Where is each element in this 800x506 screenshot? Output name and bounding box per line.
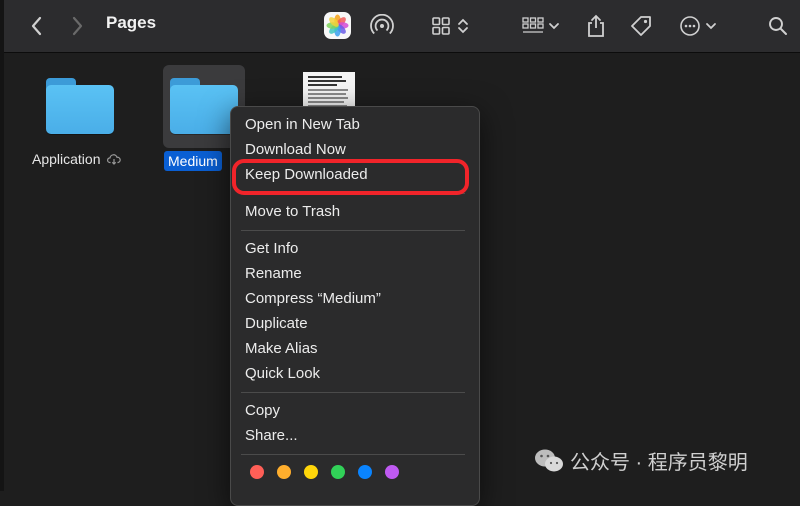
photos-flower-icon: [326, 14, 349, 37]
menu-item-open-in-new-tab[interactable]: Open in New Tab: [245, 115, 360, 135]
tag-color-purple[interactable]: [385, 465, 399, 479]
chevron-down-icon: [549, 23, 559, 30]
updown-chevron-icon: [458, 18, 468, 34]
airdrop-button[interactable]: [368, 12, 396, 40]
menu-item-rename[interactable]: Rename: [245, 264, 302, 284]
menu-item-duplicate[interactable]: Duplicate: [245, 314, 308, 334]
file-name-selected: Medium: [164, 151, 222, 171]
tag-color-orange[interactable]: [277, 465, 291, 479]
forward-button[interactable]: [66, 12, 88, 40]
menu-item-quick-look[interactable]: Quick Look: [245, 364, 320, 384]
finder-toolbar: Pages: [4, 0, 800, 53]
group-grid-icon: [522, 17, 544, 33]
view-mode-button[interactable]: [428, 12, 472, 40]
menu-separator: [241, 392, 465, 393]
menu-item-download-now[interactable]: Download Now: [245, 140, 346, 160]
menu-separator: [241, 230, 465, 231]
share-icon: [588, 14, 604, 37]
chevron-down-icon: [706, 23, 716, 30]
watermark-text: 公众号 · 程序员黎明: [570, 452, 748, 474]
window-title: Pages: [106, 13, 157, 32]
grid-view-icon: [432, 17, 450, 35]
action-menu-button[interactable]: [676, 12, 720, 40]
search-button[interactable]: [766, 12, 790, 40]
group-by-button[interactable]: [520, 12, 562, 40]
file-name: Application: [32, 151, 101, 167]
ellipsis-circle-icon: [680, 16, 700, 36]
folder-icon: [46, 78, 114, 134]
icloud-download-icon: [107, 154, 122, 165]
watermark: 公众号 · 程序员黎明: [534, 446, 748, 475]
tag-color-blue[interactable]: [358, 465, 372, 479]
annotation-highlight-ring: [232, 159, 469, 195]
menu-item-make-alias[interactable]: Make Alias: [245, 339, 318, 359]
menu-item-get-info[interactable]: Get Info: [245, 239, 298, 259]
chevron-left-icon: [31, 16, 42, 36]
folder-icon: [170, 78, 238, 134]
wechat-icon: [535, 449, 563, 471]
menu-item-compress[interactable]: Compress “Medium”: [245, 289, 381, 309]
menu-item-copy[interactable]: Copy: [245, 401, 280, 421]
tags-button[interactable]: [628, 12, 654, 40]
chevron-right-icon: [72, 16, 83, 36]
back-button[interactable]: [26, 12, 48, 40]
tag-icon: [631, 16, 651, 36]
menu-separator: [241, 454, 465, 455]
airdrop-icon: [370, 14, 394, 35]
tag-color-green[interactable]: [331, 465, 345, 479]
photos-app-icon[interactable]: [324, 12, 351, 39]
search-icon: [769, 17, 787, 35]
tag-color-red[interactable]: [250, 465, 264, 479]
menu-item-share[interactable]: Share...: [245, 426, 298, 446]
menu-item-move-to-trash[interactable]: Move to Trash: [245, 202, 340, 222]
tag-color-yellow[interactable]: [304, 465, 318, 479]
share-button[interactable]: [584, 12, 608, 40]
